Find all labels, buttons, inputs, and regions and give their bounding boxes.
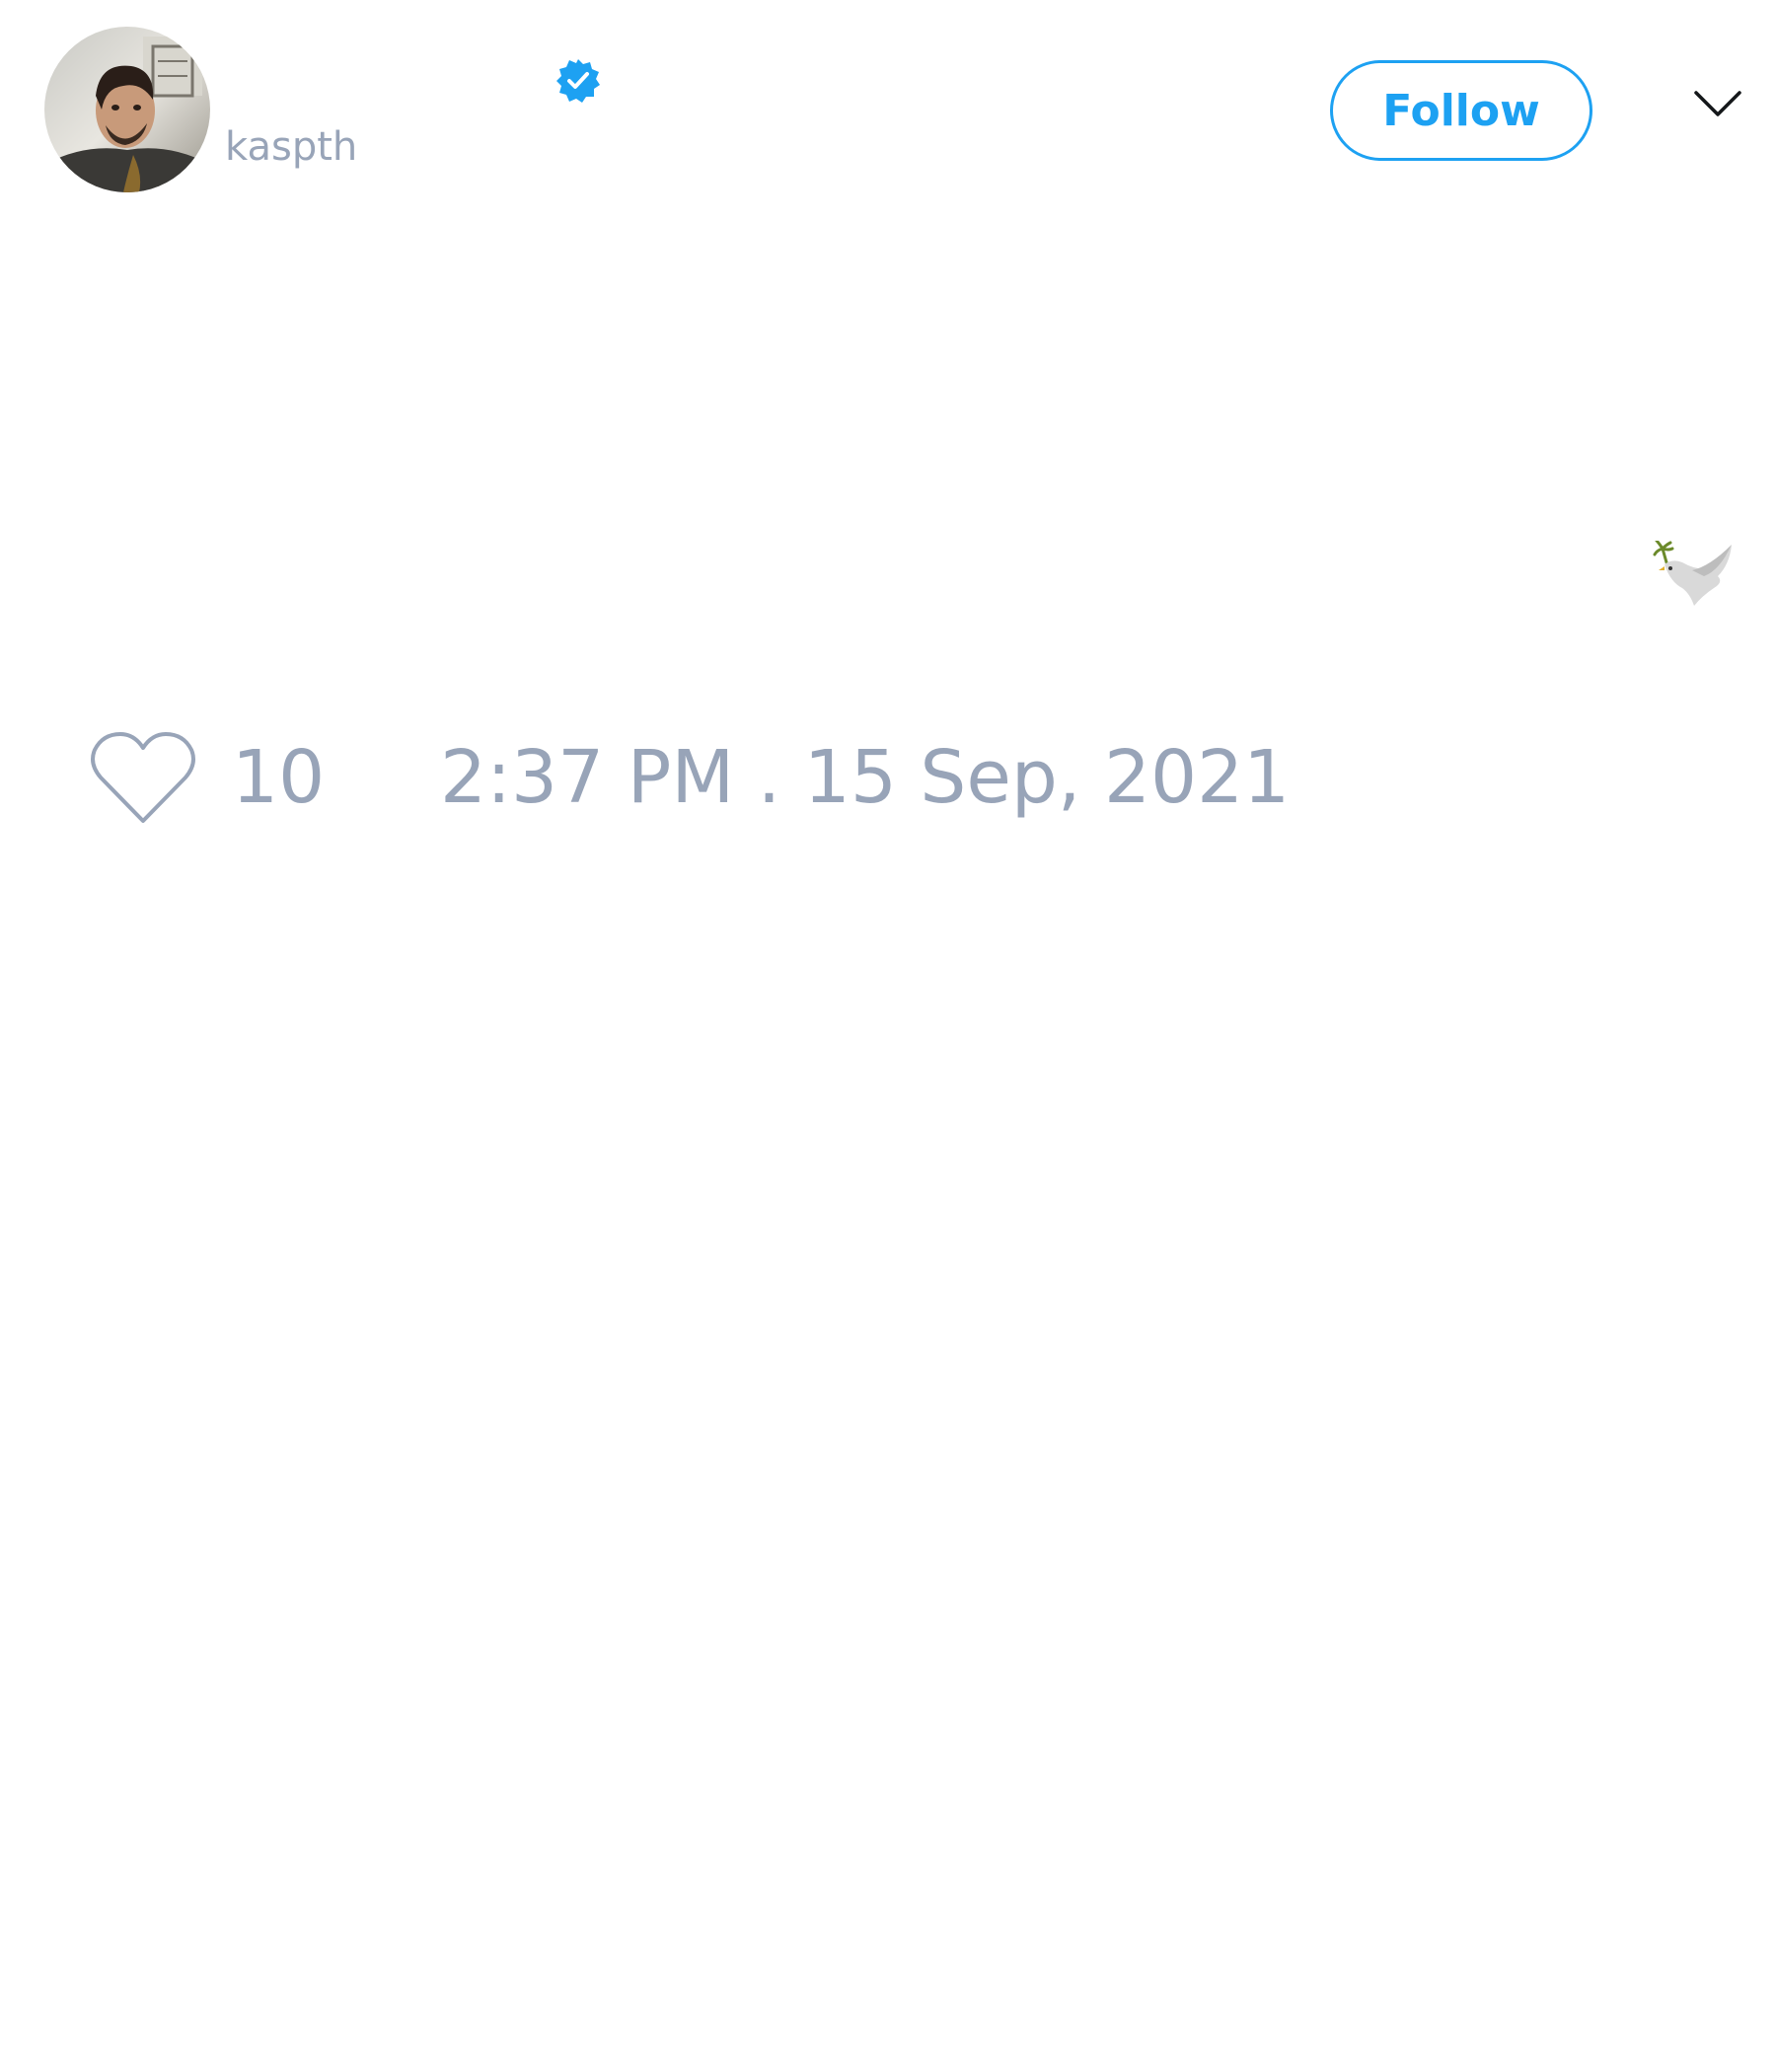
heart-icon[interactable] — [89, 728, 197, 827]
dove-emoji — [1653, 541, 1736, 610]
avatar-image — [44, 27, 210, 192]
avatar[interactable] — [44, 27, 210, 192]
tweet-timestamp[interactable]: 2:37 PM . 15 Sep, 2021 — [440, 735, 1290, 820]
like-count: 10 — [232, 735, 326, 820]
chevron-down-icon[interactable] — [1693, 89, 1742, 120]
display-name[interactable] — [227, 55, 543, 105]
follow-button[interactable]: Follow — [1330, 60, 1592, 161]
tweet-text — [44, 257, 1741, 612]
author-handle[interactable]: kaspth — [225, 124, 357, 170]
verified-badge-icon — [555, 57, 602, 105]
tweet-footer: 10 2:37 PM . 15 Sep, 2021 — [89, 728, 1290, 827]
